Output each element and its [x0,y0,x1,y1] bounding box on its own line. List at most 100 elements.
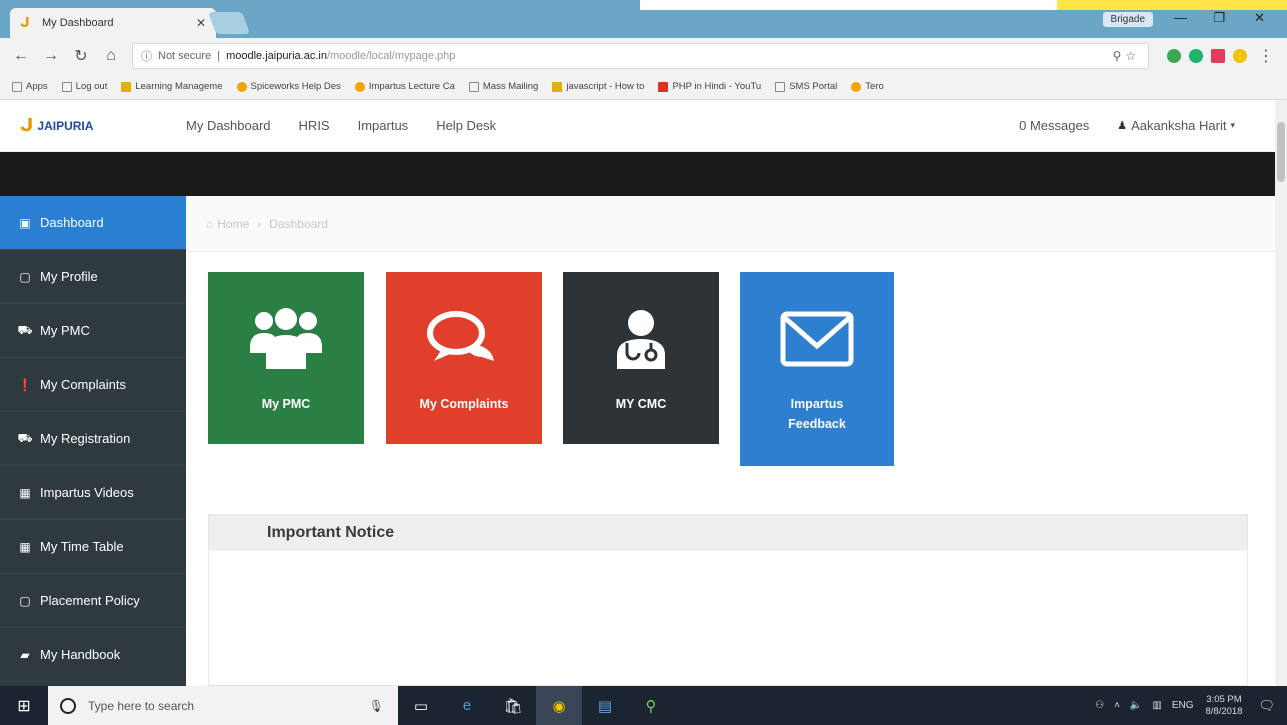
users-icon [246,304,326,374]
doctor-icon [611,304,671,374]
dashboard-content: My PMC My Complaints MY CMC Impartus Fee… [186,252,1275,686]
sidebar-item-placement-policy[interactable]: ▢ Placement Policy [0,574,186,628]
user-menu[interactable]: Aakanksha Harit [1131,118,1226,133]
windows-start-icon[interactable]: ⊞ [0,696,48,716]
bookmark-spiceworks[interactable]: Spiceworks Help Des [236,81,341,92]
envelope-icon [779,304,855,374]
tile-my-complaints[interactable]: My Complaints [386,272,542,444]
bookmark-javascript[interactable]: javascript - How to [552,81,644,92]
bookmark-php-youtube[interactable]: PHP in Hindi - YouTu [658,81,761,92]
sidebar: ▣ Dashboard ▢ My Profile ⛟ My PMC ❗ My Compl… [0,196,186,686]
tile-my-cmc[interactable]: MY CMC [563,272,719,444]
info-icon[interactable]: ⓘ [141,48,152,64]
extension-green-icon[interactable] [1167,49,1181,63]
store-icon[interactable]: 🛍 [490,686,536,725]
sidebar-item-my-pmc[interactable]: ⛟ My PMC [0,304,186,358]
messages-link[interactable]: 0 Messages [1019,118,1089,133]
tab-title: My Dashboard [42,17,114,29]
page-icon [775,81,786,92]
input-language[interactable]: ENG [1172,700,1194,711]
bookmark-logout[interactable]: Log out [61,81,107,92]
chevron-down-icon[interactable]: ▾ [1230,120,1235,131]
apps-grid-icon [12,81,22,92]
extension-red-icon[interactable] [1211,49,1225,63]
taskbar-search[interactable]: Type here to search 🎙 [48,686,398,725]
page-scrollbar[interactable] [1275,100,1287,686]
scrollbar-thumb[interactable] [1277,122,1285,182]
network-tool-icon[interactable]: ⚲ [628,686,674,725]
task-view-icon[interactable]: ▭ [398,686,444,725]
jaipuria-logo[interactable]: ᒍ JAIPURIA [20,115,150,136]
network-icon[interactable]: ▥ [1152,700,1161,711]
new-tab-button[interactable] [207,12,251,34]
maximize-icon[interactable]: ❐ [1213,10,1225,26]
breadcrumb-home[interactable]: Home [217,217,249,231]
nav-help-desk[interactable]: Help Desk [436,118,496,133]
sidebar-item-my-handbook[interactable]: ▰ My Handbook [0,628,186,682]
browser-tab[interactable]: ᒍ My Dashboard ✕ [10,8,216,38]
title-bar-highlight [640,0,1060,10]
file-icon: ▢ [19,593,31,608]
url-domain: moodle.jaipuria.ac.in [226,50,327,62]
home-icon[interactable]: ⌂ [102,47,120,65]
forward-arrow-icon[interactable]: → [42,47,60,65]
bookmark-tero[interactable]: Tero [851,81,884,92]
address-bar[interactable]: ⓘ Not secure | moodle.jaipuria.ac.in /mo… [132,43,1149,69]
zoom-and-star-icons[interactable]: ⚲☆ [1112,49,1140,63]
file-icon: ▢ [19,269,31,284]
picture-icon: ▣ [19,215,31,230]
tile-impartus-feedback[interactable]: Impartus Feedback [740,272,894,466]
browser-profile-chip[interactable]: Brigade [1102,12,1153,27]
outlook-icon[interactable]: ▤ [582,686,628,725]
action-center-icon[interactable]: 🗨 [1258,698,1275,714]
sidebar-item-my-complaints[interactable]: ❗ My Complaints [0,358,186,412]
bookmark-learning[interactable]: Learning Manageme [121,81,223,92]
minimize-icon[interactable]: — [1174,10,1187,25]
breadcrumb-current: Dashboard [269,216,328,231]
user-icon: ♟ [1117,120,1128,132]
chrome-icon[interactable]: ◉ [536,686,582,725]
reload-icon[interactable]: ↻ [72,46,90,66]
browser-menu-icon[interactable]: ⋮ [1257,46,1275,66]
title-bar-accent [1057,0,1287,10]
bookmarks-bar: Apps Log out Learning Manageme Spicework… [0,74,1287,100]
tile-label: My Complaints [419,397,509,411]
url-path: /moodle/local/mypage.php [326,50,456,62]
breadcrumb-separator: › [257,216,262,231]
window-close-icon[interactable]: ✕ [1254,10,1265,26]
volume-icon[interactable]: 🔈 [1130,700,1142,711]
jaipuria-icon [121,81,132,92]
exclamation-icon: ❗ [17,377,33,392]
edge-browser-icon[interactable]: e [444,686,490,725]
page-icon [468,81,479,92]
header-band [0,152,1275,196]
bookmark-sms-portal[interactable]: SMS Portal [775,81,837,92]
bookmark-apps[interactable]: Apps [12,81,48,92]
book-icon: ▰ [20,647,30,662]
nav-my-dashboard[interactable]: My Dashboard [186,118,271,133]
tray-expand-icon[interactable]: ˄ [1114,700,1120,711]
bookmark-mass-mailing[interactable]: Mass Mailing [468,81,538,92]
bookmark-impartus[interactable]: Impartus Lecture Ca [354,81,455,92]
nav-hris[interactable]: HRIS [299,118,330,133]
people-icon[interactable]: ⚇ [1095,700,1104,711]
tab-close-icon[interactable]: ✕ [196,16,206,30]
impartus-icon [354,81,365,92]
extension-yellow-icon[interactable] [1233,49,1247,63]
tile-label: Impartus Feedback [788,397,846,431]
clock[interactable]: 3:05 PM 8/8/2018 [1206,694,1243,718]
sidebar-item-dashboard[interactable]: ▣ Dashboard [0,196,186,250]
sidebar-item-my-registration[interactable]: ⛟ My Registration [0,412,186,466]
back-arrow-icon[interactable]: ← [12,47,30,65]
browser-tab-bar: ᒍ My Dashboard ✕ Brigade — ❐ ✕ [0,0,1287,38]
nav-impartus[interactable]: Impartus [358,118,409,133]
microphone-icon[interactable]: 🎙 [369,699,384,713]
tile-my-pmc[interactable]: My PMC [208,272,364,444]
page-icon [61,81,72,92]
sidebar-item-my-profile[interactable]: ▢ My Profile [0,250,186,304]
sidebar-item-impartus-videos[interactable]: ▦ Impartus Videos [0,466,186,520]
tile-label: My PMC [261,397,311,411]
youtube-icon [658,81,669,92]
sidebar-item-my-time-table[interactable]: ▦ My Time Table [0,520,186,574]
extension-teal-icon[interactable] [1189,49,1203,63]
